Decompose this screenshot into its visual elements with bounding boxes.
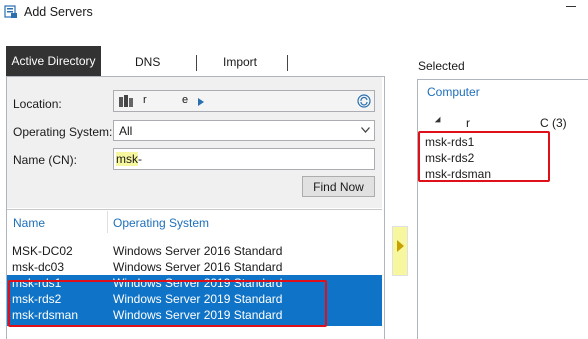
refresh-icon[interactable] [357,94,371,108]
location-value-end: e [182,94,189,106]
os-label: Operating System: [13,125,113,139]
row-os: Windows Server 2016 Standard [113,244,283,258]
name-cn-value-highlight: msk [116,152,138,166]
table-row[interactable]: msk-dc03 Windows Server 2016 Standard [7,259,382,275]
tab-import[interactable]: Import [223,55,257,69]
server-manager-icon [4,5,17,18]
name-cn-input[interactable]: msk- [113,148,375,170]
tab-separator [287,55,288,71]
row-name: msk-dc03 [12,260,65,274]
find-now-button[interactable]: Find Now [302,176,375,197]
expand-arrow-icon[interactable] [198,98,204,106]
column-header-computer[interactable]: Computer [427,85,480,99]
arrow-right-icon [397,240,404,252]
column-header-os[interactable]: Operating System [113,216,209,230]
name-cn-value-rest: - [138,152,142,166]
chevron-down-icon [361,127,370,133]
table-row[interactable]: MSK-DC02 Windows Server 2016 Standard [7,243,382,259]
row-os: Windows Server 2016 Standard [113,260,283,274]
location-field[interactable]: r e [113,90,375,112]
os-select[interactable]: All [113,120,375,141]
column-header-name[interactable]: Name [13,216,45,230]
location-value-start: r [143,94,147,106]
group-name: r [466,116,470,130]
selected-label: Selected [418,59,465,73]
tab-dns[interactable]: DNS [135,55,160,69]
window-title: Add Servers [24,5,93,19]
tab-separator [196,55,197,71]
minimize-button[interactable] [566,6,576,7]
location-label: Location: [13,97,62,111]
group-count: C (3) [540,116,567,130]
name-cn-label: Name (CN): [13,153,78,167]
os-select-value: All [119,124,133,138]
annotation-highlight-box [8,280,327,327]
tab-active-directory[interactable]: Active Directory [6,46,101,76]
annotation-highlight-box [418,131,550,182]
row-name: MSK-DC02 [12,244,73,258]
domain-icon [119,95,133,107]
column-separator [107,211,108,233]
